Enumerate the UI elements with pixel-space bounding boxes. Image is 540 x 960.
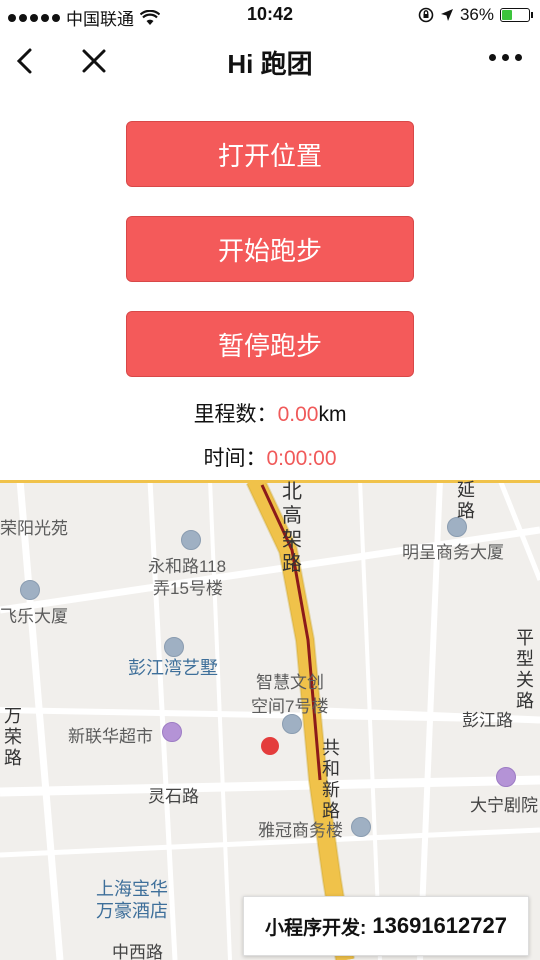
status-bar: 中国联通 10:42 36% (0, 0, 540, 30)
villa-icon (164, 637, 184, 657)
status-right: 36% (418, 5, 533, 25)
pause-run-button[interactable]: 暂停跑步 (126, 311, 414, 377)
building-icon (20, 580, 40, 600)
page-title: Hi 跑团 (227, 49, 313, 79)
map-label-yonghe2: 弄15号楼 (153, 579, 223, 598)
distance-value: 0.00 (277, 403, 319, 426)
battery-percent: 36% (459, 5, 494, 24)
map-label-pingxing: 平型关路 (516, 628, 534, 711)
distance-unit: km (318, 403, 347, 426)
map-label-xinlianhua: 新联华超市 (68, 727, 153, 746)
developer-banner[interactable]: 小程序开发: 13691612727 (243, 896, 529, 956)
open-location-button[interactable]: 打开位置 (126, 121, 414, 187)
time-row: 时间：0:00:00 (0, 442, 540, 472)
start-run-button[interactable]: 开始跑步 (126, 216, 414, 282)
theater-icon (496, 767, 516, 787)
battery-icon (500, 8, 533, 22)
map-label-gonghe: 共和新路 (322, 738, 340, 821)
map-label-zhongxi: 中西路 (112, 943, 163, 960)
building-icon (282, 714, 302, 734)
building-icon (351, 817, 371, 837)
shopping-cart-icon (162, 722, 182, 742)
map-label-shanghai-baohua: 上海宝华 (96, 879, 168, 899)
time-label: 时间： (203, 447, 267, 470)
map-label-yan: 延路 (457, 480, 475, 521)
map-label-north-elevated: 北高架路 (282, 481, 302, 575)
map-label-lingshi: 灵石路 (148, 787, 199, 806)
battery-fill (502, 10, 513, 20)
map-label-wanrong: 万荣路 (4, 706, 22, 768)
map-label-daning: 大宁剧院 (470, 796, 538, 815)
distance-row: 里程数：0.00km (0, 398, 540, 428)
map-label-pengjiang-road: 彭江路 (462, 711, 513, 730)
current-location-marker (261, 737, 279, 755)
dev-banner-label: 小程序开发: (265, 917, 367, 939)
building-icon (181, 530, 201, 550)
map-label-rongyang: 荣阳光苑 (0, 519, 68, 538)
nav-bar: Hi 跑团 (0, 32, 540, 90)
distance-label: 里程数： (193, 403, 278, 426)
map-view[interactable]: 荣阳光苑 永和路118 弄15号楼 飞乐大厦 彭江湾艺墅 智慧文创 空间7号楼 … (0, 480, 540, 960)
location-arrow-icon (440, 9, 453, 21)
map-label-feile: 飞乐大厦 (0, 607, 68, 626)
time-value: 0:00:00 (266, 447, 337, 470)
dev-banner-phone: 13691612727 (372, 913, 507, 938)
map-label-mingcheng: 明呈商务大厦 (402, 543, 504, 562)
map-label-pengjiang-villa: 彭江湾艺墅 (128, 658, 218, 678)
map-label-smart: 智慧文创 (256, 673, 324, 692)
more-icon[interactable] (489, 54, 522, 61)
rotation-lock-icon (418, 7, 434, 23)
map-label-wanhao: 万豪酒店 (96, 901, 168, 921)
